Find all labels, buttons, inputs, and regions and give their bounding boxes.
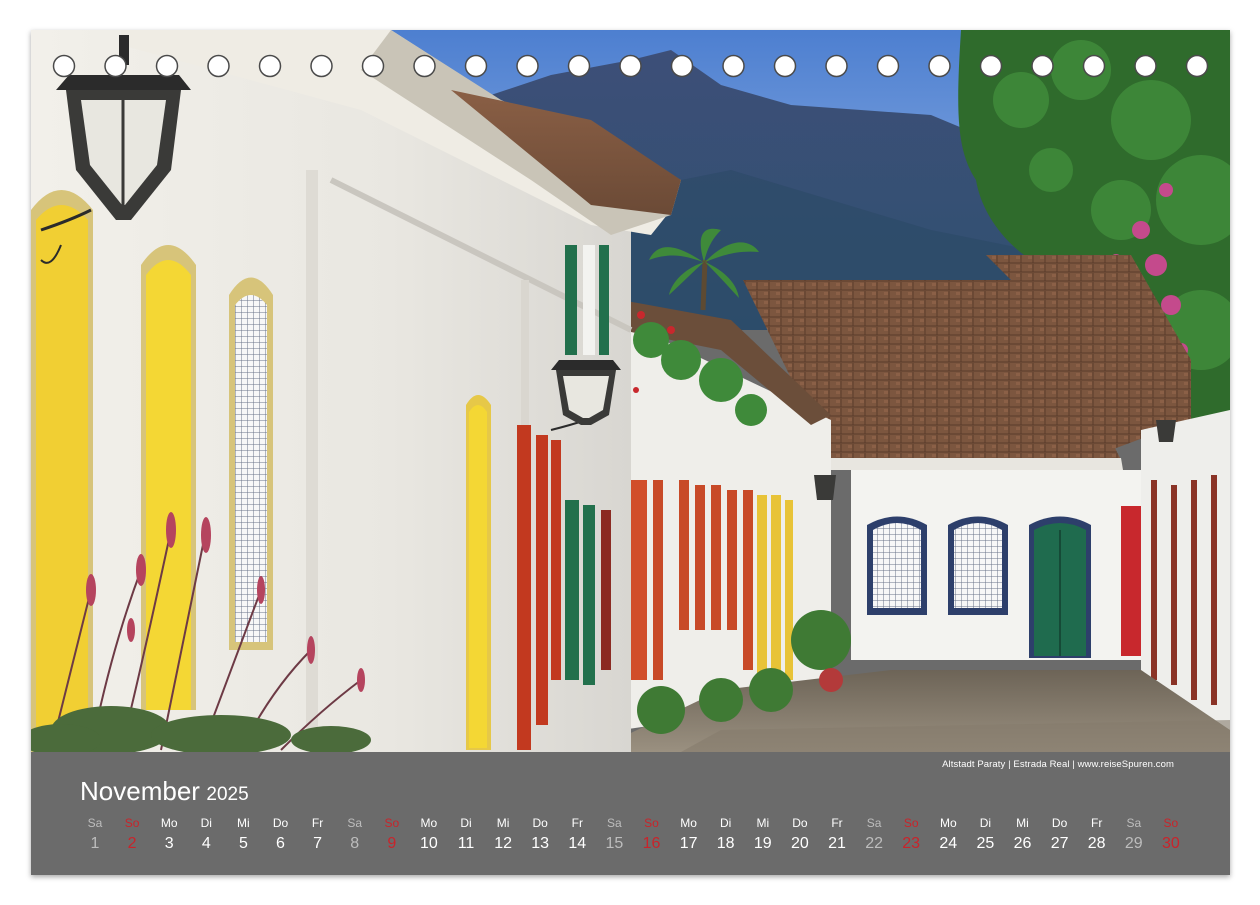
weekday-label: Sa — [1126, 816, 1142, 830]
weekday-label: Mo — [680, 816, 697, 830]
day-number: 16 — [642, 835, 661, 852]
binding-hole — [310, 54, 333, 78]
binding-hole — [619, 54, 642, 78]
day-number: 14 — [568, 835, 587, 852]
day-number: 23 — [902, 835, 921, 852]
weekday-label: Sa — [87, 816, 103, 830]
weekday-label: Fr — [311, 816, 324, 830]
binding-hole — [155, 54, 179, 78]
day-number: 26 — [1013, 835, 1032, 852]
binding-hole — [52, 54, 76, 78]
weekday-label: Mi — [237, 816, 250, 830]
day-number: 17 — [679, 835, 698, 852]
day-number: 12 — [494, 835, 512, 852]
day-number: 1 — [90, 835, 100, 852]
month-name: November — [80, 776, 200, 806]
weekday-label: Do — [792, 816, 808, 830]
day-number: 24 — [939, 835, 958, 852]
day-number: 28 — [1087, 835, 1106, 852]
binding-hole — [825, 54, 848, 78]
weekday-label: Mo — [420, 816, 438, 830]
weekday-label: Mi — [1016, 816, 1029, 830]
weekday-label: Di — [200, 816, 212, 830]
day-number: 9 — [387, 835, 397, 852]
day-number: 7 — [313, 835, 323, 852]
day-grid: Sa 1 So 2 Mo 3 Di 4 Mi 5 Do 6 Fr 7 Sa 8 So 9 Mo 10 Di 11 Mi 12 D… — [78, 816, 1198, 866]
binding-hole — [1082, 54, 1106, 78]
binding-hole — [1134, 54, 1157, 78]
day-number: 4 — [201, 835, 211, 852]
binding-hole — [258, 54, 282, 78]
binding-hole — [928, 54, 951, 78]
binding-hole — [1031, 54, 1054, 78]
weekday-label: Sa — [347, 816, 363, 830]
month-year: 2025 — [206, 784, 249, 805]
binding-hole — [104, 54, 127, 78]
binding-hole — [773, 54, 797, 78]
day-number: 30 — [1161, 835, 1180, 852]
calendar-page: Altstadt Paraty | Estrada Real | www.rei… — [31, 30, 1230, 875]
day-number: 6 — [276, 835, 285, 852]
binding-hole — [979, 54, 1003, 78]
day-number: 10 — [419, 835, 438, 852]
binding-hole — [361, 54, 385, 78]
day-number: 27 — [1050, 835, 1069, 852]
binding-hole — [722, 54, 745, 78]
binding-hole — [413, 54, 436, 78]
binding-hole — [464, 54, 488, 78]
weekday-label: Fr — [831, 816, 843, 830]
weekday-label: Sa — [607, 816, 622, 830]
binding-hole — [516, 54, 539, 78]
weekday-label: Fr — [571, 816, 583, 830]
day-number: 18 — [716, 835, 735, 852]
day-number: 8 — [350, 835, 360, 852]
day-number: 11 — [457, 835, 475, 852]
month-title: November 2025 — [80, 776, 249, 807]
day-number: 5 — [238, 835, 248, 852]
weekday-label: Do — [532, 816, 548, 830]
weekday-label: Mo — [939, 816, 957, 830]
weekday-label: So — [384, 816, 400, 830]
binding-hole — [207, 54, 230, 78]
day-number: 2 — [127, 835, 137, 852]
weekday-label: Di — [720, 816, 732, 830]
photo-paraty-street — [31, 30, 1230, 752]
day-number: 15 — [605, 835, 624, 852]
weekday-label: Di — [979, 816, 992, 830]
day-number: 13 — [531, 835, 550, 852]
binding-hole — [670, 54, 694, 78]
binding-holes — [52, 54, 1209, 78]
binding-hole — [876, 54, 900, 78]
weekday-label: Mi — [756, 816, 770, 830]
day-number: 22 — [865, 835, 883, 852]
weekday-label: So — [124, 816, 140, 830]
day-number: 25 — [976, 835, 995, 852]
weekday-label: So — [1163, 816, 1179, 830]
photo-caption: Altstadt Paraty | Estrada Real | www.rei… — [942, 759, 1174, 770]
weekday-label: Mo — [160, 816, 178, 830]
binding-hole — [1185, 54, 1209, 78]
day-number: 19 — [753, 835, 772, 852]
binding-hole — [567, 54, 591, 78]
weekday-label: Di — [460, 816, 472, 830]
calendar-band: Altstadt Paraty | Estrada Real | www.rei… — [31, 752, 1230, 875]
weekday-label: Mi — [496, 816, 510, 830]
weekday-label: Sa — [866, 816, 882, 830]
day-number: 3 — [164, 835, 174, 852]
day-number: 29 — [1124, 835, 1143, 852]
day-number: 21 — [828, 835, 846, 852]
weekday-label: Fr — [1091, 816, 1103, 830]
day-number: 20 — [790, 835, 809, 852]
weekday-label: So — [903, 816, 919, 830]
weekday-label: Do — [272, 816, 289, 830]
weekday-label: Do — [1051, 816, 1068, 830]
weekday-label: So — [644, 816, 659, 830]
